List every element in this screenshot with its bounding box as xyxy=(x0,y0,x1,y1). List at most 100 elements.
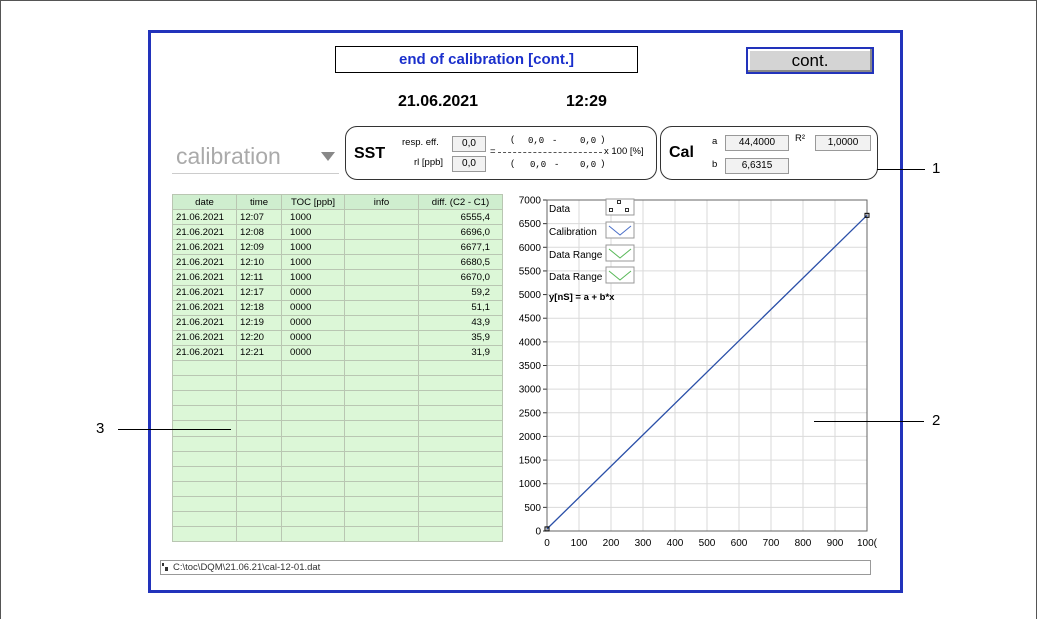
date-display: 21.06.2021 xyxy=(398,93,479,110)
table-row[interactable]: 21.06.2021 12:19 0000 43,9 xyxy=(172,314,503,331)
table-header-cell: time xyxy=(236,193,282,211)
y-tick-label: 1000 xyxy=(519,479,542,490)
table-cell xyxy=(172,465,237,482)
table-cell xyxy=(281,420,345,437)
table-cell: 21.06.2021 xyxy=(172,209,237,226)
mode-dropdown-value: calibration xyxy=(176,143,281,169)
table-cell: 6696,0 xyxy=(418,224,503,241)
table-row[interactable]: 21.06.2021 12:18 0000 51,1 xyxy=(172,299,503,316)
table-row[interactable] xyxy=(172,435,503,452)
table-cell xyxy=(281,526,345,543)
x-tick-label: 300 xyxy=(635,538,652,549)
table-row[interactable]: 21.06.2021 12:21 0000 31,9 xyxy=(172,344,503,362)
table-cell xyxy=(281,465,345,482)
table-row[interactable] xyxy=(172,375,503,392)
time-display: 12:29 xyxy=(566,93,607,110)
chevron-down-icon[interactable] xyxy=(321,152,335,161)
legend-calibration-label: Calibration xyxy=(549,227,597,238)
status-title: end of calibration [cont.] xyxy=(335,46,638,73)
table-cell xyxy=(344,435,419,452)
table-cell: 21.06.2021 xyxy=(172,239,237,256)
table-cell: 21.06.2021 xyxy=(172,284,237,301)
table-cell xyxy=(344,344,419,362)
table-cell xyxy=(172,495,237,512)
table-cell xyxy=(236,375,282,392)
cal-r2-field: 1,0000 xyxy=(815,135,871,151)
table-row[interactable] xyxy=(172,360,503,377)
y-tick-label: 0 xyxy=(535,527,541,538)
table-cell xyxy=(344,465,419,482)
table-cell: 0000 xyxy=(281,329,345,346)
table-row[interactable]: 21.06.2021 12:20 0000 35,9 xyxy=(172,329,503,346)
table-cell xyxy=(418,480,503,497)
y-tick-label: 3500 xyxy=(519,361,542,372)
table-cell: 1000 xyxy=(281,269,345,286)
table-cell: 6677,1 xyxy=(418,239,503,256)
table-row[interactable]: 21.06.2021 12:09 1000 6677,1 xyxy=(172,239,503,256)
table-cell: 1000 xyxy=(281,224,345,241)
table-row[interactable]: 21.06.2021 12:08 1000 6696,0 xyxy=(172,224,503,241)
table-cell: 21.06.2021 xyxy=(172,314,237,331)
table-cell xyxy=(236,510,282,528)
table-cell xyxy=(281,360,345,377)
table-cell xyxy=(172,480,237,497)
table-cell xyxy=(236,405,282,422)
legend-data-label: Data xyxy=(549,204,571,215)
formula-multiplier: x 100 [%] xyxy=(604,146,644,157)
table-row[interactable] xyxy=(172,510,503,528)
callout-1: 1 xyxy=(932,160,941,177)
table-row[interactable]: 21.06.2021 12:11 1000 6670,0 xyxy=(172,269,503,286)
callout-3: 3 xyxy=(96,420,105,437)
table-cell: 6555,4 xyxy=(418,209,503,226)
cal-b-field: 6,6315 xyxy=(725,158,789,174)
cont-button[interactable]: cont. xyxy=(746,47,874,74)
table-row[interactable] xyxy=(172,480,503,497)
table-cell xyxy=(418,420,503,437)
table-cell xyxy=(236,435,282,452)
mode-dropdown[interactable]: calibration xyxy=(172,141,339,174)
table-row[interactable]: 21.06.2021 12:10 1000 6680,5 xyxy=(172,254,503,271)
formula-open-2: ( xyxy=(510,159,516,169)
table-row[interactable] xyxy=(172,495,503,512)
table-row[interactable] xyxy=(172,405,503,422)
table-row[interactable]: 21.06.2021 12:17 0000 59,2 xyxy=(172,284,503,301)
formula-num-1a: 0,0 xyxy=(528,136,545,146)
fraction-line xyxy=(498,152,602,153)
table-cell xyxy=(344,284,419,301)
table-cell xyxy=(344,495,419,512)
table-cell xyxy=(344,269,419,286)
table-cell: 12:09 xyxy=(236,239,282,256)
callout-line-2 xyxy=(814,421,924,422)
table-cell: 43,9 xyxy=(418,314,503,331)
table-cell: 21.06.2021 xyxy=(172,269,237,286)
table-row[interactable] xyxy=(172,390,503,407)
table-row[interactable] xyxy=(172,526,503,543)
table-cell xyxy=(418,435,503,452)
table-row[interactable] xyxy=(172,465,503,482)
x-tick-label: 900 xyxy=(827,538,844,549)
callout-line-3 xyxy=(118,429,231,430)
table-cell xyxy=(236,450,282,467)
table-cell xyxy=(172,375,237,392)
table-row[interactable]: 21.06.2021 12:07 1000 6555,4 xyxy=(172,209,503,226)
y-tick-label: 7000 xyxy=(519,196,542,207)
table-cell: 0000 xyxy=(281,344,345,362)
table-cell: 51,1 xyxy=(418,299,503,316)
table-cell: 6680,5 xyxy=(418,254,503,271)
table-cell xyxy=(236,480,282,497)
cal-a-field: 44,4000 xyxy=(725,135,789,151)
x-tick-label: 800 xyxy=(795,538,812,549)
table-cell: 6670,0 xyxy=(418,269,503,286)
formula-open-1: ( xyxy=(510,135,516,145)
table-cell xyxy=(418,510,503,528)
table-cell: 12:08 xyxy=(236,224,282,241)
table-row[interactable] xyxy=(172,450,503,467)
table-cell xyxy=(281,435,345,452)
formula-close-1: ) xyxy=(600,135,606,145)
x-tick-label: 700 xyxy=(763,538,780,549)
table-cell: 1000 xyxy=(281,254,345,271)
resp-eff-field: 0,0 xyxy=(452,136,486,152)
cal-label: Cal xyxy=(669,144,694,161)
table-cell xyxy=(344,360,419,377)
table-cell xyxy=(172,405,237,422)
